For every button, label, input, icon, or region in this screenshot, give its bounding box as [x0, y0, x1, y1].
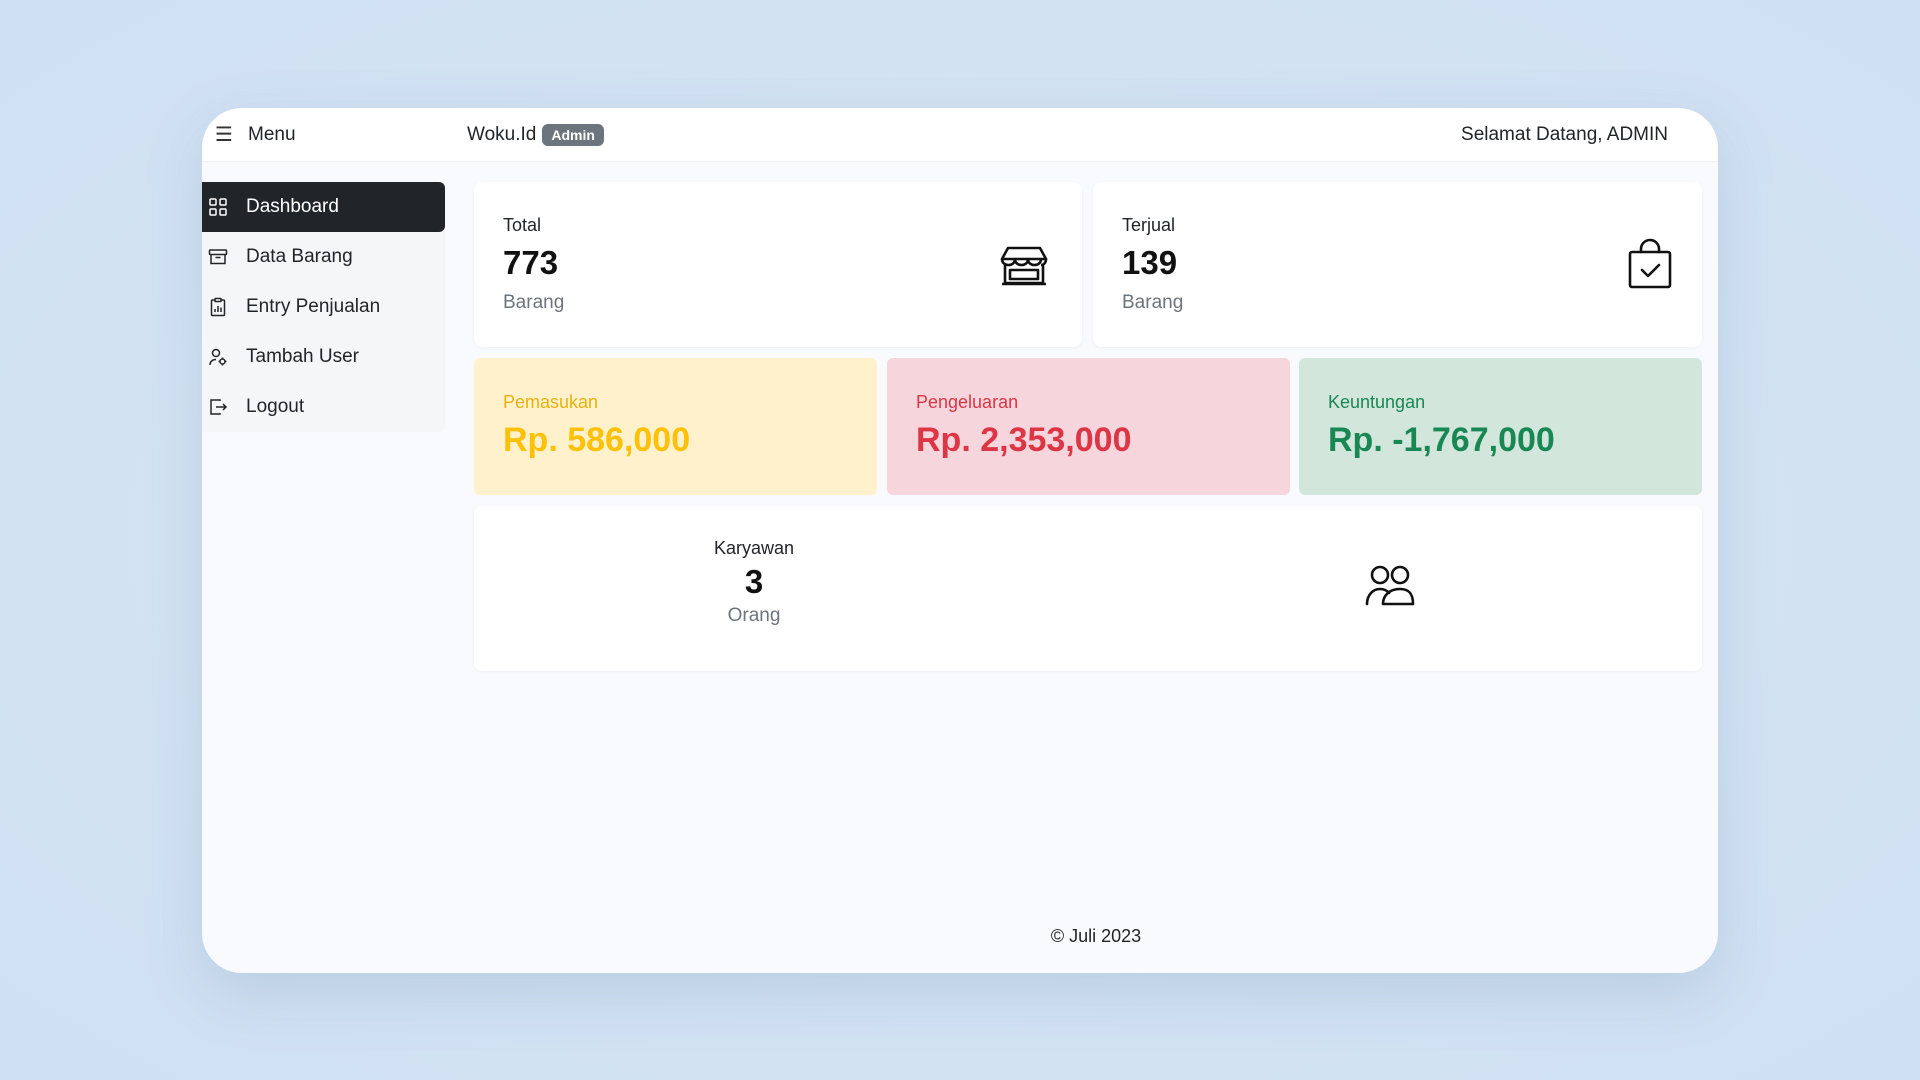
- card-unit: Barang: [503, 292, 565, 313]
- card-label: Karyawan: [713, 538, 795, 558]
- sidebar-item-label: Dashboard: [246, 196, 339, 217]
- shop-icon: [999, 240, 1049, 295]
- card-label: Pengeluaran: [916, 392, 1019, 412]
- menu-label: Menu: [248, 124, 296, 145]
- sidebar-item-label: Tambah User: [246, 346, 359, 367]
- card-value: Rp. -1,767,000: [1328, 421, 1555, 459]
- karyawan-stat: Karyawan 3 Orang: [674, 538, 834, 627]
- card-label: Keuntungan: [1328, 392, 1426, 412]
- terjual-barang-card: Terjual 139 Barang: [1093, 182, 1702, 347]
- keuntungan-card: Keuntungan Rp. -1,767,000: [1299, 358, 1702, 495]
- sidebar-item-label: Data Barang: [246, 246, 353, 267]
- grid-icon: [208, 197, 228, 217]
- sidebar: Dashboard Data Barang Entry Penjualan Ta…: [202, 182, 445, 432]
- total-barang-card: Total 773 Barang: [474, 182, 1082, 347]
- sidebar-item-tambah-user[interactable]: Tambah User: [202, 332, 445, 382]
- card-value: 773: [503, 244, 559, 281]
- brand-link[interactable]: Woku.Id Admin: [467, 120, 604, 150]
- karyawan-card: Karyawan 3 Orang: [474, 506, 1702, 671]
- sidebar-item-label: Logout: [246, 396, 305, 417]
- pemasukan-card: Pemasukan Rp. 586,000: [474, 358, 877, 495]
- card-value: 3: [744, 563, 764, 600]
- brand-name: Woku.Id: [467, 124, 537, 145]
- role-badge: Admin: [542, 124, 604, 146]
- box-arrow-right-icon: [208, 397, 228, 417]
- card-label: Terjual: [1122, 215, 1176, 235]
- welcome-greeting: Selamat Datang, ADMIN: [1461, 124, 1668, 145]
- archive-icon: [208, 247, 228, 267]
- hamburger-icon: ☰: [215, 124, 233, 146]
- card-label: Total: [503, 215, 542, 235]
- menu-toggle-button[interactable]: ☰ Menu: [214, 118, 296, 152]
- card-unit: Orang: [727, 605, 781, 626]
- sidebar-item-entry-penjualan[interactable]: Entry Penjualan: [202, 282, 445, 332]
- card-value: Rp. 586,000: [503, 421, 691, 459]
- pengeluaran-card: Pengeluaran Rp. 2,353,000: [887, 358, 1290, 495]
- app-window: ☰ Menu Woku.Id Admin Selamat Datang, ADM…: [202, 108, 1718, 973]
- card-value: 139: [1122, 244, 1178, 281]
- clipboard-data-icon: [208, 297, 228, 317]
- footer-copyright: © Juli 2023: [1050, 926, 1142, 946]
- sidebar-item-data-barang[interactable]: Data Barang: [202, 232, 445, 282]
- sidebar-item-dashboard[interactable]: Dashboard: [202, 182, 445, 232]
- card-value: Rp. 2,353,000: [916, 421, 1132, 459]
- bag-check-icon: [1627, 238, 1673, 295]
- card-label: Pemasukan: [503, 392, 599, 412]
- top-navbar: ☰ Menu Woku.Id Admin Selamat Datang, ADM…: [202, 108, 1718, 162]
- card-unit: Barang: [1122, 292, 1184, 313]
- sidebar-item-logout[interactable]: Logout: [202, 382, 445, 432]
- people-icon: [1365, 564, 1415, 611]
- sidebar-item-label: Entry Penjualan: [246, 296, 381, 317]
- person-gear-icon: [208, 347, 228, 367]
